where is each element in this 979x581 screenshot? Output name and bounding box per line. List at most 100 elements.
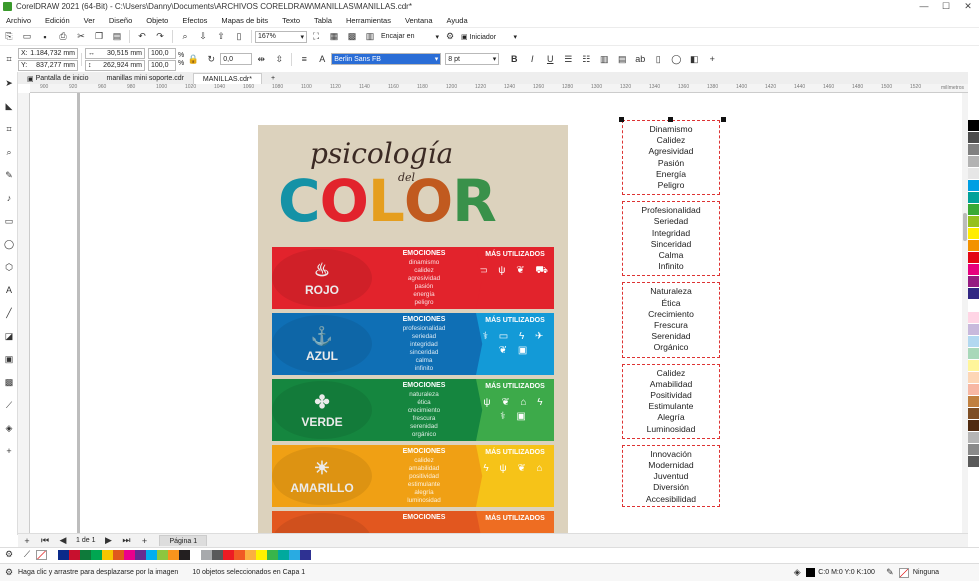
eyedropper-icon[interactable]: ⟋: [20, 548, 34, 562]
text-column[interactable]: Dinamismo Calidez Agresividad Pasión Energía…: [619, 117, 726, 513]
palette-swatch[interactable]: [968, 456, 979, 468]
object-origin-icon[interactable]: ⌗: [2, 52, 16, 66]
add-tool-icon[interactable]: +: [2, 444, 16, 458]
palette-swatch[interactable]: [968, 180, 979, 192]
palette-swatch[interactable]: [968, 444, 979, 456]
document-swatch[interactable]: [80, 549, 91, 560]
palette-swatch[interactable]: [968, 144, 979, 156]
mirror-v-icon[interactable]: ⇳: [272, 52, 286, 66]
new-doc-icon[interactable]: ⎘: [2, 30, 16, 44]
rotate-icon[interactable]: ↻: [204, 52, 218, 66]
artistic-media-icon[interactable]: ♪: [2, 191, 16, 205]
close-icon[interactable]: ✕: [957, 1, 979, 12]
italic-icon[interactable]: I: [525, 52, 539, 66]
document-swatch[interactable]: [91, 549, 102, 560]
snap-dropdown[interactable]: Encajar en ▾: [379, 30, 441, 43]
connector-tool-icon[interactable]: ╱: [2, 306, 16, 320]
palette-swatch[interactable]: [968, 300, 979, 312]
launcher-dropdown[interactable]: ▣ Iniciador ▾: [459, 30, 519, 43]
paste-icon[interactable]: ▤: [110, 30, 124, 44]
document-swatch[interactable]: [256, 549, 267, 560]
save-icon[interactable]: ▪: [38, 30, 52, 44]
document-swatch[interactable]: [157, 549, 168, 560]
document-swatch[interactable]: [245, 549, 256, 560]
menu-herramientas[interactable]: Herramientas: [346, 16, 391, 25]
y-position-field[interactable]: Y: 837,277 mm: [18, 59, 78, 71]
add-page-after-icon[interactable]: +: [137, 534, 151, 548]
cut-icon[interactable]: ✂: [74, 30, 88, 44]
menu-ventana[interactable]: Ventana: [405, 16, 433, 25]
fill-icon[interactable]: ◧: [687, 52, 701, 66]
scale-h-field[interactable]: 100,0: [148, 59, 176, 71]
document-swatch[interactable]: [201, 549, 212, 560]
add-page-icon[interactable]: +: [20, 534, 34, 548]
document-swatch[interactable]: [135, 549, 146, 560]
height-field[interactable]: ↕ 262,924 mm: [85, 59, 145, 71]
font-family-select[interactable]: Berlin Sans FB ▾: [331, 53, 442, 65]
gear-icon[interactable]: ⚙: [443, 30, 457, 44]
menu-ver[interactable]: Ver: [84, 16, 95, 25]
menu-texto[interactable]: Texto: [282, 16, 300, 25]
width-field[interactable]: ↔ 30,515 mm: [85, 47, 145, 59]
palette-swatch[interactable]: [968, 408, 979, 420]
no-color-swatch[interactable]: [36, 549, 47, 560]
prev-page-icon[interactable]: ◀: [56, 534, 70, 548]
fullscreen-icon[interactable]: ⛶: [309, 30, 323, 44]
menu-tabla[interactable]: Tabla: [314, 16, 332, 25]
document-swatch[interactable]: [58, 549, 69, 560]
x-position-field[interactable]: X: 1.184,732 mm: [18, 47, 78, 59]
zoom-select[interactable]: 167% ▾: [255, 30, 307, 43]
text-frame[interactable]: Naturaleza Ética Crecimiento Frescura Sereni…: [622, 282, 720, 358]
bold-icon[interactable]: B: [507, 52, 521, 66]
selection-handle[interactable]: [668, 117, 673, 122]
menu-ayuda[interactable]: Ayuda: [447, 16, 468, 25]
palette-swatch[interactable]: [968, 324, 979, 336]
palette-swatch[interactable]: [968, 396, 979, 408]
palette-swatch[interactable]: [968, 108, 979, 120]
columns-icon[interactable]: ▥: [597, 52, 611, 66]
document-swatch[interactable]: [69, 549, 80, 560]
palette-swatch[interactable]: [968, 192, 979, 204]
mirror-h-icon[interactable]: ⇹: [254, 52, 268, 66]
last-page-icon[interactable]: ⏭: [119, 534, 133, 548]
print-icon[interactable]: ⎙: [56, 30, 70, 44]
pdf-icon[interactable]: ▯: [232, 30, 246, 44]
menu-archivo[interactable]: Archivo: [6, 16, 31, 25]
palette-swatch[interactable]: [968, 360, 979, 372]
text-align-icon[interactable]: ☰: [561, 52, 575, 66]
maximize-icon[interactable]: ☐: [935, 1, 957, 12]
text-tool-icon[interactable]: A: [2, 283, 16, 297]
palette-swatch[interactable]: [968, 252, 979, 264]
palette-swatch[interactable]: [968, 120, 979, 132]
document-swatch[interactable]: [289, 549, 300, 560]
palette-swatch[interactable]: [968, 420, 979, 432]
selection-handle[interactable]: [619, 117, 624, 122]
document-swatch[interactable]: [190, 549, 201, 560]
document-swatch[interactable]: [47, 549, 58, 560]
page-tab[interactable]: Página 1: [159, 535, 208, 546]
color-psychology-infographic[interactable]: psicología C O L O R del ♨ ROJO EMOCIONES d…: [258, 125, 568, 533]
palette-swatch[interactable]: [968, 240, 979, 252]
gear-icon[interactable]: ⚙: [2, 548, 16, 562]
text-frame[interactable]: Profesionalidad Seriedad Integridad Sinceri…: [622, 201, 720, 277]
document-swatch[interactable]: [212, 549, 223, 560]
palette-swatch[interactable]: [968, 168, 979, 180]
palette-swatch[interactable]: [968, 276, 979, 288]
font-icon[interactable]: A: [315, 52, 329, 66]
palette-swatch[interactable]: [968, 156, 979, 168]
new-tab-icon[interactable]: +: [262, 73, 284, 84]
search-icon[interactable]: ⌕: [178, 30, 192, 44]
shadow-tool-icon[interactable]: ▣: [2, 352, 16, 366]
redo-icon[interactable]: ↷: [153, 30, 167, 44]
font-size-select[interactable]: 8 pt ▾: [445, 53, 500, 65]
document-swatch[interactable]: [124, 549, 135, 560]
menu-edicion[interactable]: Edición: [45, 16, 70, 25]
text-frame[interactable]: Dinamismo Calidez Agresividad Pasión Energía…: [622, 120, 720, 196]
palette-swatch[interactable]: [968, 348, 979, 360]
eyedropper-tool-icon[interactable]: ⟋: [2, 398, 16, 412]
menu-objeto[interactable]: Objeto: [146, 16, 168, 25]
palette-swatch[interactable]: [968, 288, 979, 300]
palette-swatch[interactable]: [968, 204, 979, 216]
document-swatch[interactable]: [102, 549, 113, 560]
minimize-icon[interactable]: —: [913, 1, 935, 12]
